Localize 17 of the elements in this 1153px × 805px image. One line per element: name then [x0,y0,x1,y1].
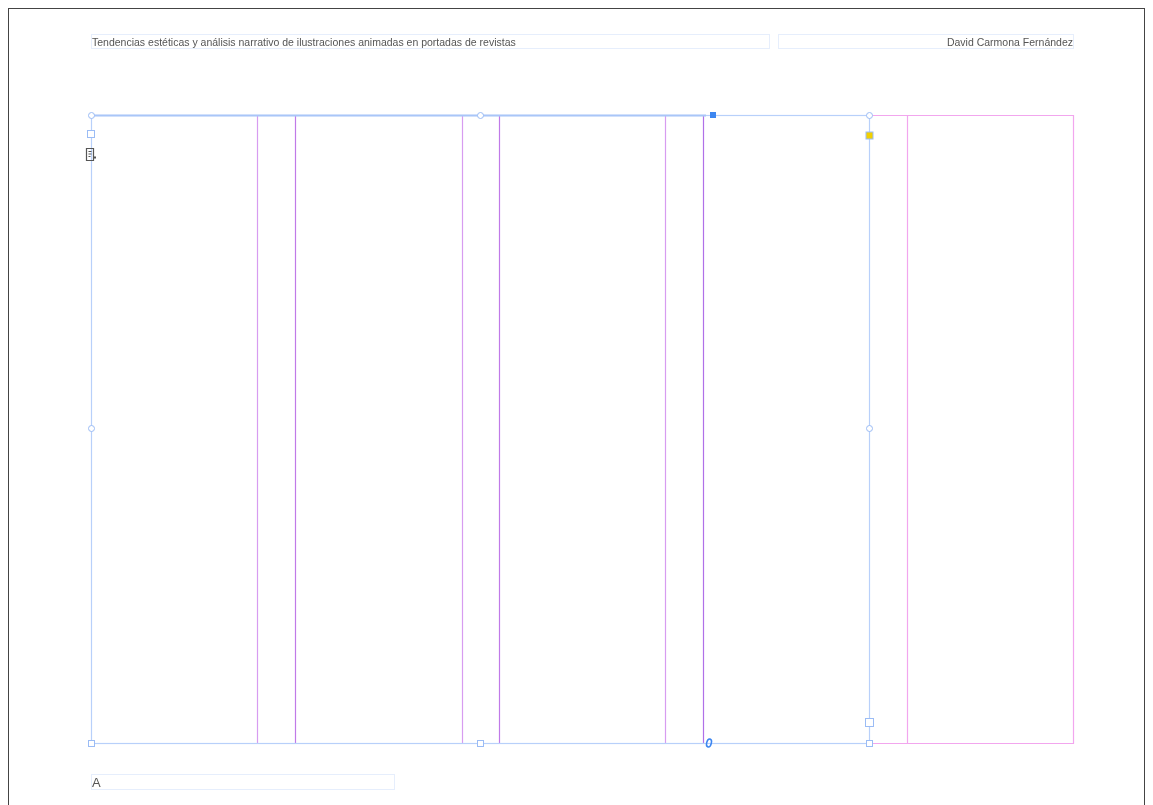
running-header: David Carmona Fernández [946,35,1073,48]
anchor-handle[interactable] [710,112,716,118]
frame-handle[interactable] [866,112,873,119]
frame-handle[interactable] [866,425,873,432]
running-header: Tendencias estéticas y análisis narrativo de ilustraciones animadas en portadas de revistas [92,35,516,48]
frame-handle[interactable] [866,740,873,747]
overflow-icon [705,738,713,748]
frame-handle[interactable] [477,112,484,119]
frame-handle[interactable] [88,740,95,747]
in-port[interactable] [87,130,95,138]
out-port[interactable] [865,718,874,727]
corner-options-handle[interactable] [865,131,874,140]
section-marker: A [92,774,101,790]
document-icon [85,147,97,162]
frame-handle[interactable] [477,740,484,747]
frame-handle[interactable] [88,425,95,432]
frame-handle[interactable] [88,112,95,119]
